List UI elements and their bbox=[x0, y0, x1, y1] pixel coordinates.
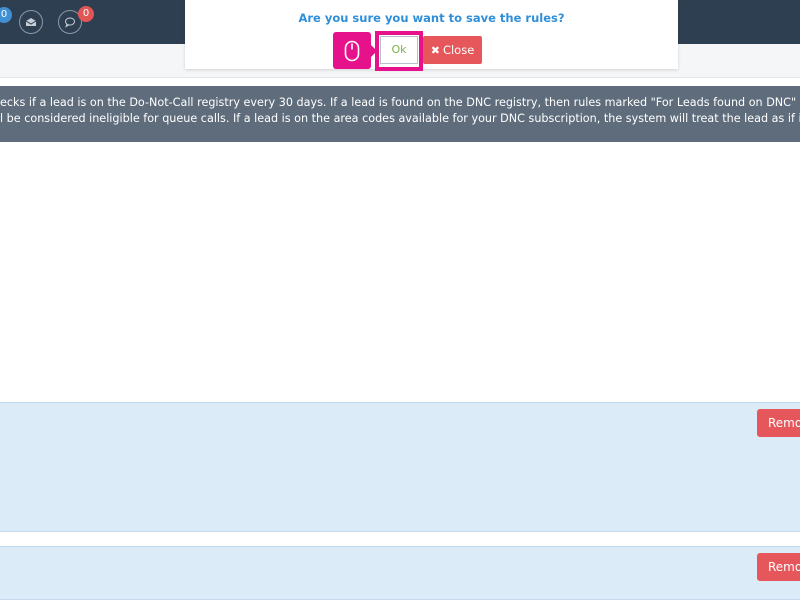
mouse-icon bbox=[344, 40, 360, 62]
mail-icon[interactable] bbox=[19, 10, 43, 34]
notifications-badge: 0 bbox=[0, 7, 12, 23]
page: 0 0 ecks if a lead is on the Do-Not-Call… bbox=[0, 0, 800, 600]
messages-badge: 0 bbox=[78, 6, 94, 22]
rule-panel: Remove bbox=[0, 546, 800, 600]
close-icon: ✖ bbox=[430, 44, 440, 57]
dialog-title: Are you sure you want to save the rules? bbox=[298, 11, 565, 25]
close-button-label: Close bbox=[442, 43, 475, 57]
dnc-info-banner: ecks if a lead is on the Do-Not-Call reg… bbox=[0, 86, 800, 142]
remove-rule-button[interactable]: Remove bbox=[757, 409, 800, 437]
remove-rule-button[interactable]: Remove bbox=[757, 553, 800, 581]
dnc-info-line-1: ecks if a lead is on the Do-Not-Call reg… bbox=[0, 96, 800, 109]
rule-panel: Remove bbox=[0, 402, 800, 532]
mouse-click-indicator bbox=[333, 32, 377, 69]
close-button[interactable]: ✖ Close bbox=[423, 36, 482, 64]
ok-button[interactable]: Ok bbox=[380, 36, 418, 64]
dnc-info-line-2: l be considered ineligible for queue cal… bbox=[0, 112, 800, 125]
